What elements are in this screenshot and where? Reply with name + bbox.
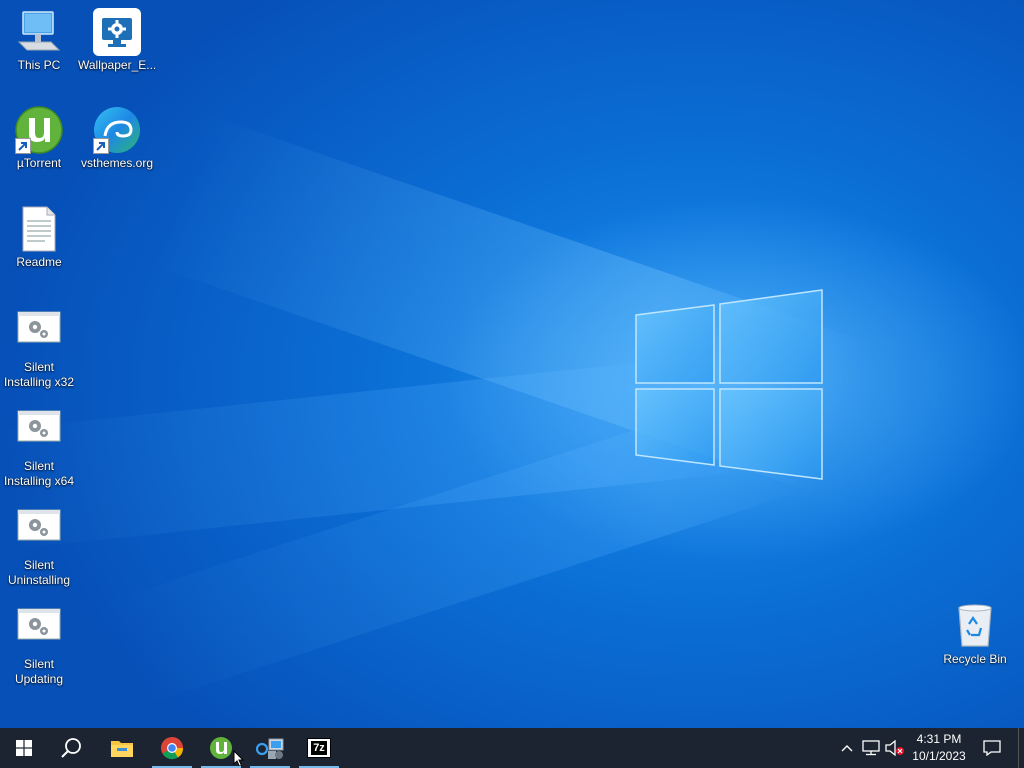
edge-icon [93,106,141,154]
windows-icon [16,740,32,756]
chrome-icon [161,737,184,760]
action-center-button[interactable] [976,728,1008,768]
show-desktop-button[interactable] [1018,728,1024,768]
computer-icon [15,8,63,56]
desktop-icon-readme[interactable]: Readme [0,205,78,270]
icon-label: This PC [17,58,61,72]
utorrent-icon [210,737,232,759]
recycle-bin-icon [951,602,999,650]
clock-date: 10/1/2023 [912,749,966,763]
icon-label: Silent Installing x64 [3,459,75,488]
clock[interactable]: 4:31 PM 10/1/2023 [906,731,972,765]
start-button[interactable] [0,728,48,768]
icon-label: Recycle Bin [943,652,1007,666]
desktop-icon-recycle-bin[interactable]: Recycle Bin [936,602,1014,667]
notification-icon [983,740,1001,756]
text-document-icon [15,205,63,253]
taskbar-7zip[interactable]: 7z [295,728,343,768]
desktop-icon-silent-uninstalling[interactable]: Silent Uninstalling [0,508,78,588]
search-button[interactable] [48,728,96,768]
mouse-cursor-icon [233,750,245,768]
icon-label: µTorrent [16,156,62,170]
7zip-label: 7z [311,741,327,755]
taskbar[interactable]: 7z 4:31 PM 10/1/2023 [0,728,1024,768]
network-icon [862,740,880,756]
desktop-icon-vsthemes[interactable]: vsthemes.org [78,106,156,171]
desktop-icon-wallpaper-engine[interactable]: Wallpaper_E... [78,8,156,73]
desktop-icon-utorrent[interactable]: µTorrent [0,106,78,171]
search-icon [61,738,81,758]
taskbar-wallpaper-engine[interactable] [246,728,294,768]
show-hidden-icons-button[interactable] [836,728,858,768]
desktop[interactable]: This PC Wallpaper_E... µTorrent vsthemes… [0,0,1024,728]
folder-icon [111,741,133,757]
icon-label: Readme [16,255,62,269]
batch-file-icon [15,508,63,556]
volume-muted-icon [885,740,904,756]
batch-file-icon [15,310,63,358]
icon-label: vsthemes.org [80,156,154,170]
windows-logo-wallpaper [635,289,823,480]
volume-button[interactable] [884,728,906,768]
wallpaper-engine-icon [93,8,141,56]
network-button[interactable] [860,728,882,768]
icon-label: Silent Updating [14,657,64,686]
batch-file-icon [15,607,63,655]
desktop-icon-silent-updating[interactable]: Silent Updating [0,607,78,687]
icon-label: Silent Installing x32 [3,360,75,389]
desktop-icon-silent-installing-x32[interactable]: Silent Installing x32 [0,310,78,390]
desktop-icon-this-pc[interactable]: This PC [0,8,78,73]
shortcut-arrow-icon [15,138,31,154]
icon-label: Wallpaper_E... [78,58,157,72]
wallpaper-engine-icon [255,738,284,759]
7zip-icon: 7z [307,738,331,758]
taskbar-utorrent[interactable] [197,728,245,768]
clock-time: 4:31 PM [916,732,962,746]
desktop-icon-silent-installing-x64[interactable]: Silent Installing x64 [0,409,78,489]
shortcut-arrow-icon [93,138,109,154]
chevron-up-icon [841,745,853,752]
batch-file-icon [15,409,63,457]
utorrent-icon [15,106,63,154]
icon-label: Silent Uninstalling [7,558,71,587]
taskbar-chrome[interactable] [148,728,196,768]
taskbar-file-explorer[interactable] [98,728,146,768]
